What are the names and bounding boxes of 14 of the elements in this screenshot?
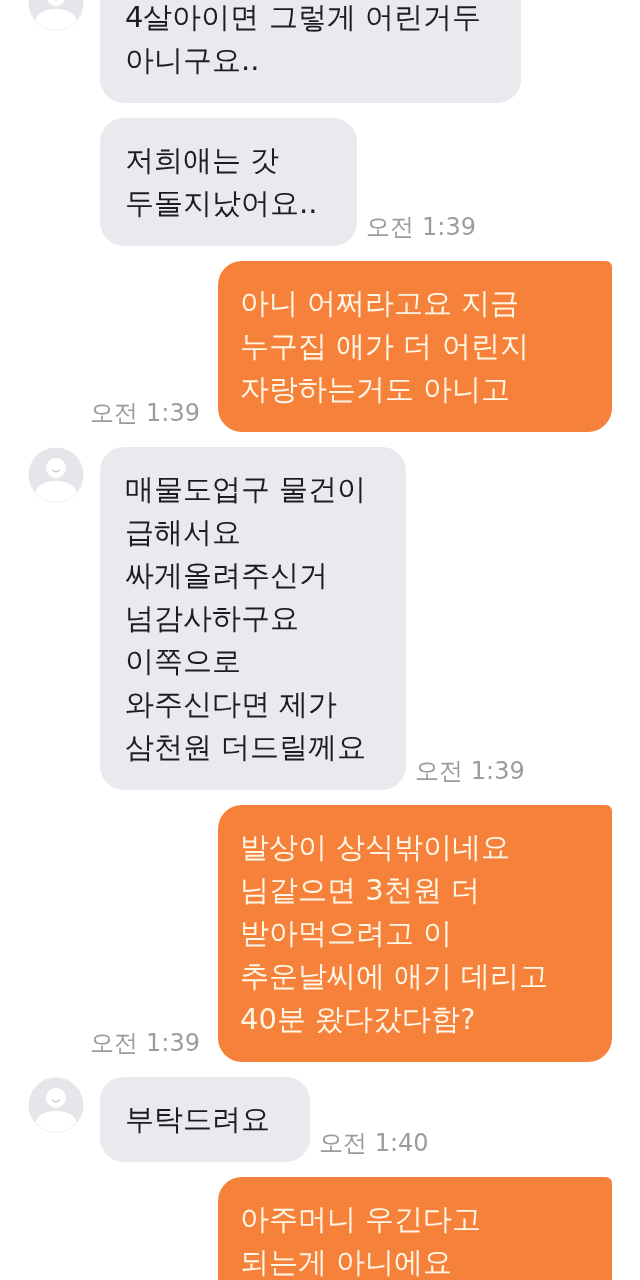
message-time: 오전 1:39 bbox=[90, 1028, 200, 1058]
message-time: 오전 1:40 bbox=[319, 1128, 429, 1158]
message-bubble: 아주머니 우긴다고 되는게 아니에요 bbox=[218, 1177, 612, 1280]
avatar-icon[interactable] bbox=[28, 1077, 84, 1133]
message-bubble: 부탁드려요 bbox=[100, 1077, 310, 1162]
message-bubble: 아니 어쩌라고요 지금 누구집 애가 더 어린지 자랑하는거도 아니고 bbox=[218, 261, 612, 432]
message-time: 오전 1:39 bbox=[90, 398, 200, 428]
message-bubble: 매물도업구 물건이 급해서요 싸게올려주신거 넘감사하구요 이쪽으로 와주신다면 제가 삼천원 더드릴께요 bbox=[100, 447, 407, 790]
message-time: 오전 1:39 bbox=[366, 212, 476, 242]
message-bubble: 4살아이면 그렇게 어린거두 아니구요.. bbox=[100, 0, 521, 103]
avatar-icon[interactable] bbox=[28, 447, 84, 503]
message-time: 오전 1:39 bbox=[415, 756, 525, 786]
message-bubble: 발상이 상식밖이네요 님같으면 3천원 더 받아먹으려고 이 추운날씨에 애기 데리고 40분 왔다갔다함? bbox=[218, 805, 612, 1062]
message-bubble: 저희애는 갓 두돌지났어요.. bbox=[100, 118, 358, 246]
